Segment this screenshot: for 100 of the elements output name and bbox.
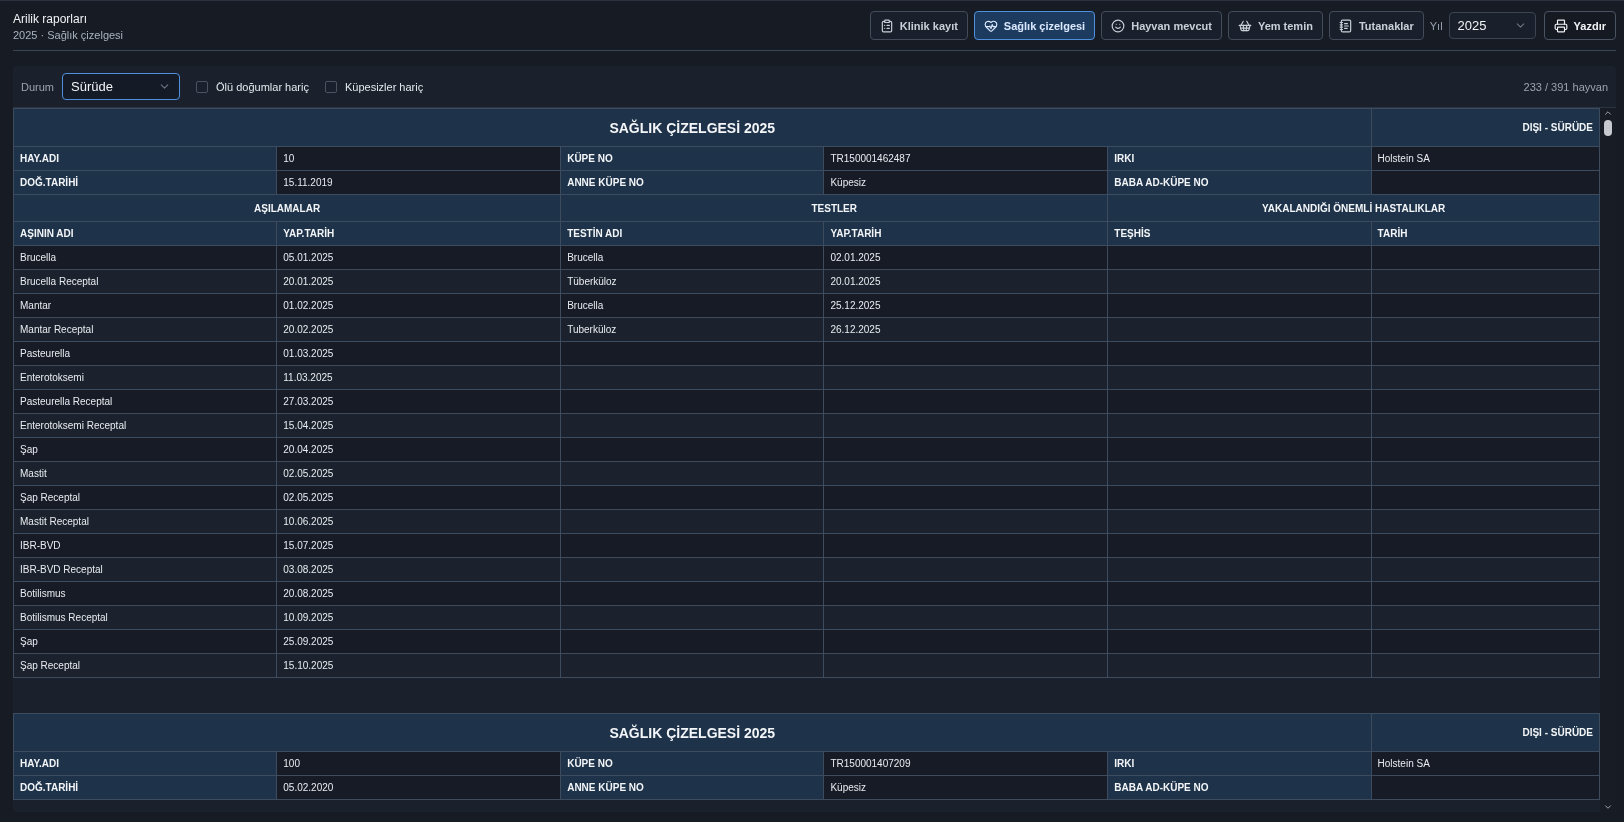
status-label: Durum <box>21 80 54 93</box>
clipboard-icon <box>879 18 894 33</box>
sheet-title: SAĞLIK ÇİZELGESİ 2025 <box>13 108 1372 147</box>
table-cell: Brucella <box>560 245 824 270</box>
table-cell: Şap Receptal <box>13 653 277 678</box>
field-label: ANNE KÜPE NO <box>560 775 824 800</box>
field-label: ANNE KÜPE NO <box>560 170 824 195</box>
scroll-up-icon[interactable] <box>1603 108 1613 118</box>
table-cell: Botilismus <box>13 581 277 606</box>
basket-icon <box>1237 18 1252 33</box>
heart-pulse-icon <box>983 18 998 33</box>
section-header: TESTLER <box>560 194 1108 222</box>
column-header: TARİH <box>1371 221 1600 246</box>
field-label: BABA AD-KÜPE NO <box>1107 775 1372 800</box>
table-cell: Enterotoksemi Receptal <box>13 413 277 438</box>
field-label: KÜPE NO <box>560 751 824 776</box>
status-cell: DIŞI - SÜRÜDE <box>1371 108 1600 147</box>
table-cell: Şap <box>13 629 277 654</box>
report-tab[interactable]: Klinik kayıt <box>869 11 968 40</box>
table-cell: 03.08.2025 <box>276 557 561 582</box>
table-cell: Mastit <box>13 461 277 486</box>
table-cell: Küpesiz <box>823 775 1108 800</box>
field-label: IRKI <box>1107 751 1372 776</box>
scroll-thumb[interactable] <box>1604 120 1612 136</box>
checkbox[interactable] <box>196 80 208 93</box>
table-cell: 01.02.2025 <box>276 293 561 318</box>
table-cell: Pasteurella <box>13 341 277 366</box>
field-label: KÜPE NO <box>560 146 824 171</box>
column-header: AŞININ ADI <box>13 221 277 246</box>
page-subtitle: 2025 · Sağlık çizelgesi <box>13 29 124 41</box>
table-cell: 100 <box>276 751 561 776</box>
table-cell: 02.01.2025 <box>823 245 1108 270</box>
column-header: TESTİN ADI <box>560 221 824 246</box>
smiley-icon <box>1111 18 1126 33</box>
section-header: AŞILAMALAR <box>13 194 561 222</box>
table-cell: 05.02.2020 <box>276 775 561 800</box>
section-header: YAKALANDIĞI ÖNEMLİ HASTALIKLAR <box>1107 194 1600 222</box>
column-header: YAP.TARİH <box>823 221 1108 246</box>
report-tab[interactable]: Yem temin <box>1227 11 1323 40</box>
table-cell: 11.03.2025 <box>276 365 561 390</box>
table-cell: Brucella <box>13 245 277 270</box>
table-cell: 20.01.2025 <box>823 269 1108 294</box>
table-cell: 15.11.2019 <box>276 170 561 195</box>
table-cell: Brucella <box>560 293 824 318</box>
table-cell: 27.03.2025 <box>276 389 561 414</box>
table-cell: Şap <box>13 437 277 462</box>
table-cell: 25.09.2025 <box>276 629 561 654</box>
field-label: DOĞ.TARİHİ <box>13 775 277 800</box>
checkbox[interactable] <box>324 80 337 93</box>
table-cell: 05.01.2025 <box>276 245 561 270</box>
table-cell: 26.12.2025 <box>823 317 1108 342</box>
checkbox-label: Ölü doğumlar hariç <box>216 80 309 93</box>
sheet-title: SAĞLIK ÇİZELGESİ 2025 <box>13 713 1372 752</box>
status-select[interactable]: Sürüde <box>62 73 180 100</box>
report-tab[interactable]: Sağlık çizelgesi <box>973 11 1096 40</box>
table-cell: Mantar <box>13 293 277 318</box>
table-cell: Tuberküloz <box>560 317 824 342</box>
column-header: YAP.TARİH <box>276 221 561 246</box>
animal-count: 233 / 391 hayvan <box>1523 80 1608 93</box>
field-label: DOĞ.TARİHİ <box>13 170 277 195</box>
table-cell: 01.03.2025 <box>276 341 561 366</box>
table-cell: Tüberküloz <box>560 269 824 294</box>
table-cell: 10.09.2025 <box>276 605 561 630</box>
notebook-icon <box>1338 18 1353 33</box>
status-cell: DIŞI - SÜRÜDE <box>1371 713 1600 752</box>
scroll-down-icon[interactable] <box>1603 802 1613 812</box>
table-cell: IBR-BVD <box>13 533 277 558</box>
table-cell: Botilismus Receptal <box>13 605 277 630</box>
table-cell: Holstein SA <box>1371 751 1600 776</box>
table-cell: 20.02.2025 <box>276 317 561 342</box>
table-cell: Holstein SA <box>1371 146 1600 171</box>
field-label: IRKI <box>1107 146 1372 171</box>
field-label: HAY.ADI <box>13 146 277 171</box>
print-button[interactable]: Yazdır <box>1543 11 1616 40</box>
table-cell: 25.12.2025 <box>823 293 1108 318</box>
table-cell: IBR-BVD Receptal <box>13 557 277 582</box>
table-cell: 10.06.2025 <box>276 509 561 534</box>
field-label: HAY.ADI <box>13 751 277 776</box>
table-cell: 20.04.2025 <box>276 437 561 462</box>
printer-icon <box>1553 18 1568 33</box>
field-label: BABA AD-KÜPE NO <box>1107 170 1372 195</box>
table-cell: Mantar Receptal <box>13 317 277 342</box>
table-cell: Pasteurella Receptal <box>13 389 277 414</box>
table-cell: 20.01.2025 <box>276 269 561 294</box>
checkbox-label: Küpesizler hariç <box>344 80 424 93</box>
table-cell: TR150001407209 <box>823 751 1108 776</box>
table-cell: Brucella Receptal <box>13 269 277 294</box>
table-cell: 15.04.2025 <box>276 413 561 438</box>
year-select[interactable]: 2025 <box>1448 12 1536 39</box>
table-cell: Şap Receptal <box>13 485 277 510</box>
table-cell: TR150001462487 <box>823 146 1108 171</box>
column-header: TEŞHİS <box>1107 221 1372 246</box>
table-cell: 10 <box>276 146 561 171</box>
table-cell: 02.05.2025 <box>276 461 561 486</box>
report-tab[interactable]: Hayvan mevcut <box>1101 11 1222 40</box>
report-tab[interactable]: Tutanaklar <box>1328 11 1424 40</box>
year-label: Yıl <box>1429 19 1443 32</box>
table-cell: 20.08.2025 <box>276 581 561 606</box>
table-cell: Küpesiz <box>823 170 1108 195</box>
page-title: Arilik raporları <box>13 12 88 26</box>
